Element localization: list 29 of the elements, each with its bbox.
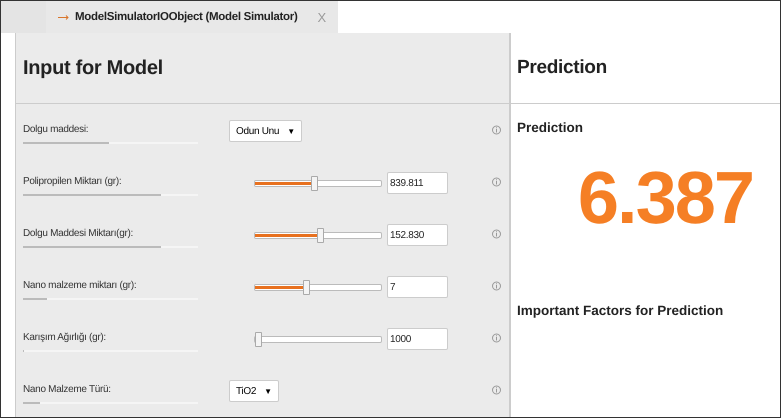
slider-thumb[interactable]	[317, 228, 324, 242]
field-label: Dolgu Maddesi Miktarı(gr):	[23, 228, 134, 239]
section-title: Prediction	[516, 119, 584, 135]
info-icon[interactable]	[492, 385, 501, 395]
info-icon[interactable]	[492, 125, 501, 135]
field-label: Nano Malzeme Türü:	[23, 384, 112, 395]
slider-thumb[interactable]	[255, 332, 262, 346]
panel-title: Input for Model	[16, 33, 509, 104]
field-label: Nano malzeme miktarı (gr):	[23, 280, 138, 291]
value-field[interactable]: 1000	[387, 328, 448, 350]
info-icon[interactable]	[492, 333, 501, 343]
slider-thumb[interactable]	[303, 280, 310, 294]
value-field[interactable]: 7	[387, 276, 448, 298]
connector-icon	[58, 14, 69, 20]
slider-thumb[interactable]	[311, 176, 318, 190]
dropdown[interactable]: Odun Unu ▼	[229, 120, 302, 142]
value-field[interactable]: 839.811	[387, 172, 448, 194]
field-label: Polipropilen Miktarı (gr):	[23, 176, 122, 187]
value-field[interactable]: 152.830	[387, 224, 448, 246]
info-icon[interactable]	[492, 229, 501, 239]
prediction-value: 6.387	[576, 156, 754, 239]
info-icon[interactable]	[492, 281, 501, 291]
section-title: Important Factors for Prediction	[517, 303, 724, 318]
document-tab[interactable]: ModelSimulatorIOObject (Model Simulator) X	[46, 1, 338, 33]
panel-title: Prediction	[511, 33, 780, 104]
field-label: Karışım Ağırlığı (gr):	[23, 332, 107, 343]
info-icon[interactable]	[492, 177, 501, 187]
dropdown[interactable]: TiO2 ▼	[229, 380, 279, 402]
field-label: Dolgu maddesi:	[23, 124, 90, 135]
